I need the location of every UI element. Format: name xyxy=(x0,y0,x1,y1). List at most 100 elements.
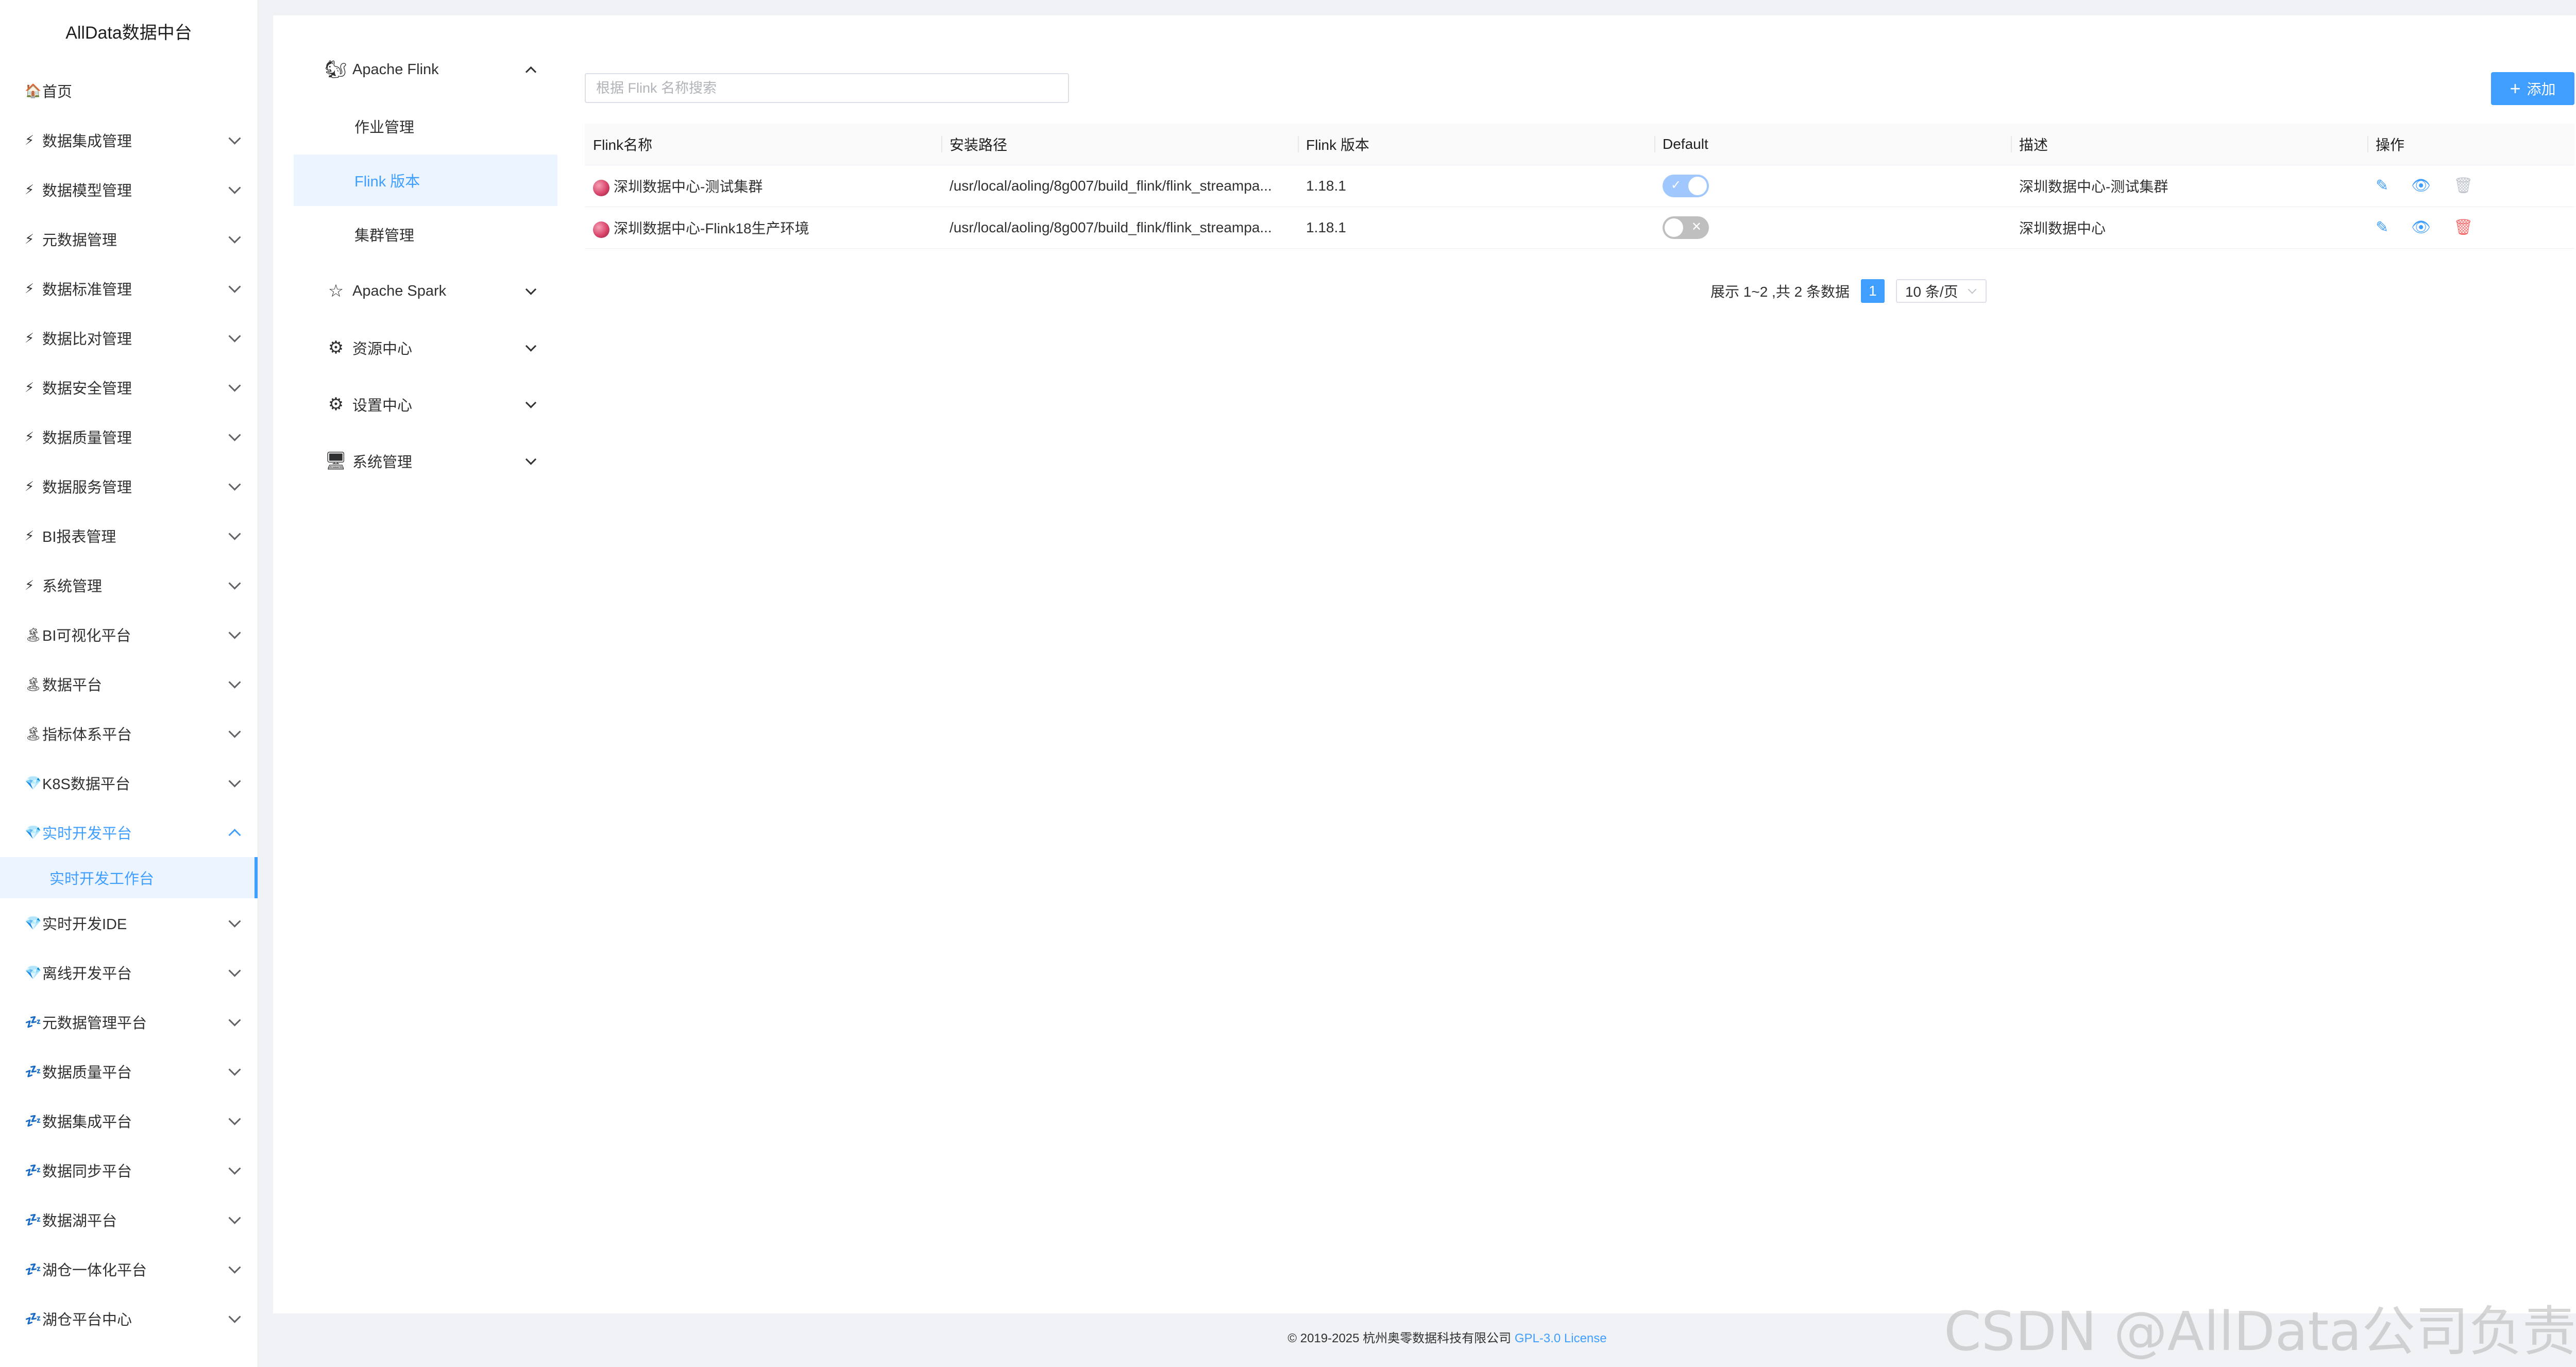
sidebar-item-item-23[interactable]: 💤 湖仓一体化平台 xyxy=(0,1244,258,1294)
sidebar-item-item-12[interactable]: 🏝 数据平台 xyxy=(0,659,258,709)
sidebar-item-icon: ⚡ xyxy=(25,231,35,247)
sidebar-item-item-6[interactable]: ⚡ 数据安全管理 xyxy=(0,363,258,412)
sidebar-item-icon: ⚡ xyxy=(25,181,35,197)
sidebar-item-item-18[interactable]: 💤 元数据管理平台 xyxy=(0,997,258,1047)
chevron-down-icon xyxy=(525,340,537,352)
eye-icon[interactable]: 👁 xyxy=(2411,178,2431,194)
check-icon: ✓ xyxy=(1671,178,1682,192)
delete-icon: 🗑 xyxy=(2453,177,2473,194)
menu-group-label: 设置中心 xyxy=(352,398,413,414)
sidebar-item-item-16[interactable]: 💎 实时开发IDE xyxy=(0,898,258,948)
row-actions: ✎ 👁 🗑 xyxy=(2376,178,2566,194)
edit-icon[interactable]: ✎ xyxy=(2376,178,2388,194)
chevron-down-icon xyxy=(525,454,537,465)
sidebar-item-label: 数据标准管理 xyxy=(42,282,132,298)
chevron-down-icon xyxy=(228,626,241,639)
sidebar-item-icon: ⚡ xyxy=(25,527,35,543)
cell-default: ✓ xyxy=(1654,165,2011,207)
add-button-label: 添加 xyxy=(2527,81,2556,97)
sidebar-item-item-2[interactable]: ⚡ 数据模型管理 xyxy=(0,165,258,214)
search-input[interactable] xyxy=(585,73,1069,103)
sidebar-item-item-0[interactable]: 🏠 首页 xyxy=(0,66,258,115)
column-header: 安装路径 xyxy=(941,124,1298,165)
sidebar-item-item-1[interactable]: ⚡ 数据集成管理 xyxy=(0,115,258,165)
submenu-item-0[interactable]: 作业管理 xyxy=(294,100,557,152)
sidebar-item-label: 数据同步平台 xyxy=(42,1164,132,1180)
pagination: 展示 1~2 ,共 2 条数据 1 10 条/页 xyxy=(1710,279,1987,303)
sidebar-item-label: 元数据管理平台 xyxy=(42,1015,147,1032)
sidebar-item-icon: ⚡ xyxy=(25,132,35,148)
cell-default: ✕ xyxy=(1654,207,2011,249)
secondary-menu: 🐿 Apache Flink 作业管理 Flink 版本 集群管理 ☆ Apache … xyxy=(294,41,557,489)
sidebar-item-item-3[interactable]: ⚡ 元数据管理 xyxy=(0,214,258,264)
delete-icon[interactable]: 🗑 xyxy=(2453,220,2473,235)
plus-icon: + xyxy=(2510,78,2521,99)
sidebar-item-icon: 💤 xyxy=(25,1310,42,1326)
chevron-down-icon xyxy=(228,676,241,689)
sidebar-item-icon: 💤 xyxy=(25,1162,42,1178)
menu-group-apache-flink[interactable]: 🐿 Apache Flink xyxy=(294,41,557,98)
sidebar-item-icon: 🏝 xyxy=(25,626,42,642)
toggle-knob xyxy=(1665,218,1683,237)
submenu-item-1[interactable]: Flink 版本 xyxy=(294,155,557,206)
license-link[interactable]: GPL-3.0 License xyxy=(1515,1331,1607,1345)
default-toggle[interactable]: ✕ xyxy=(1663,216,1709,239)
default-toggle[interactable]: ✓ xyxy=(1663,175,1709,197)
chevron-up-icon xyxy=(525,66,537,78)
gear-icon: ⚙ xyxy=(328,395,344,414)
flink-name: 深圳数据中心-Flink18生产环境 xyxy=(614,220,809,236)
add-button[interactable]: + 添加 xyxy=(2491,72,2574,105)
edit-icon[interactable]: ✎ xyxy=(2376,220,2388,235)
sidebar-item-label: 实时开发IDE xyxy=(42,916,127,933)
eye-icon[interactable]: 👁 xyxy=(2411,220,2431,235)
submenu-item-2[interactable]: 集群管理 xyxy=(294,209,557,260)
chevron-down-icon xyxy=(525,284,537,295)
sidebar-item-item-24[interactable]: 💤 湖仓平台中心 xyxy=(0,1294,258,1343)
sidebar-item-icon: 💤 xyxy=(25,1113,42,1129)
menu-group-label: Apache Spark xyxy=(352,282,447,299)
flink-name: 深圳数据中心-测试集群 xyxy=(614,179,763,195)
sidebar-item-label: 数据比对管理 xyxy=(42,331,132,348)
menu-group-3[interactable]: 🖥 系统管理 xyxy=(294,433,557,489)
column-header: Default xyxy=(1654,124,2011,165)
sidebar-item-item-15[interactable]: 💎 实时开发平台 xyxy=(0,808,258,857)
page-size-value: 10 条/页 xyxy=(1905,284,1958,300)
page-number-current[interactable]: 1 xyxy=(1860,279,1885,303)
cell-description: 深圳数据中心-测试集群 xyxy=(2011,165,2367,207)
sidebar-item-item-11[interactable]: 🏝 BI可视化平台 xyxy=(0,610,258,659)
sidebar-item-label: K8S数据平台 xyxy=(42,776,130,793)
star-icon: ☆ xyxy=(328,281,344,301)
sidebar-item-icon: ⚡ xyxy=(25,330,35,346)
chevron-down-icon xyxy=(228,964,241,977)
sidebar-item-item-10[interactable]: ⚡ 系统管理 xyxy=(0,560,258,610)
sidebar-item-icon: ⚡ xyxy=(25,280,35,296)
cell-name: 深圳数据中心-Flink18生产环境 xyxy=(585,207,941,249)
sidebar-item-item-20[interactable]: 💤 数据集成平台 xyxy=(0,1096,258,1146)
sidebar-item-icon: 💎 xyxy=(25,915,42,931)
menu-group-0[interactable]: ☆ Apache Spark xyxy=(294,263,557,319)
sidebar-item-icon: ⚡ xyxy=(25,478,35,494)
sidebar-item-item-22[interactable]: 💤 数据湖平台 xyxy=(0,1195,258,1244)
sidebar-item-item-14[interactable]: 💎 K8S数据平台 xyxy=(0,758,258,808)
chevron-down-icon xyxy=(1968,285,1977,294)
resource-icon: ⚙ xyxy=(328,338,344,357)
sidebar-item-item-8[interactable]: ⚡ 数据服务管理 xyxy=(0,462,258,511)
pagination-summary: 展示 1~2 ,共 2 条数据 xyxy=(1710,284,1850,300)
page-size-select[interactable]: 10 条/页 xyxy=(1895,279,1987,303)
sidebar-item-item-4[interactable]: ⚡ 数据标准管理 xyxy=(0,264,258,313)
column-header: Flink 版本 xyxy=(1298,124,1654,165)
sidebar-item-item-17[interactable]: 💎 离线开发平台 xyxy=(0,948,258,997)
sidebar-subitem-realtime-workbench[interactable]: 实时开发工作台 xyxy=(0,857,258,898)
menu-group-2[interactable]: ⚙ 设置中心 xyxy=(294,376,557,433)
menu-group-1[interactable]: ⚙ 资源中心 xyxy=(294,319,557,376)
sidebar-item-item-21[interactable]: 💤 数据同步平台 xyxy=(0,1146,258,1195)
sidebar-item-icon: 💤 xyxy=(25,1014,42,1030)
sidebar-item-item-5[interactable]: ⚡ 数据比对管理 xyxy=(0,313,258,363)
cell-path: /usr/local/aoling/8g007/build_flink/flin… xyxy=(941,165,1298,207)
sidebar-item-item-7[interactable]: ⚡ 数据质量管理 xyxy=(0,412,258,462)
sidebar-item-label: 数据湖平台 xyxy=(42,1213,117,1229)
sidebar-item-item-9[interactable]: ⚡ BI报表管理 xyxy=(0,511,258,560)
sidebar-item-item-19[interactable]: 💤 数据质量平台 xyxy=(0,1047,258,1096)
sidebar-item-label: 元数据管理 xyxy=(42,232,117,249)
sidebar-item-item-13[interactable]: 🏝 指标体系平台 xyxy=(0,709,258,758)
